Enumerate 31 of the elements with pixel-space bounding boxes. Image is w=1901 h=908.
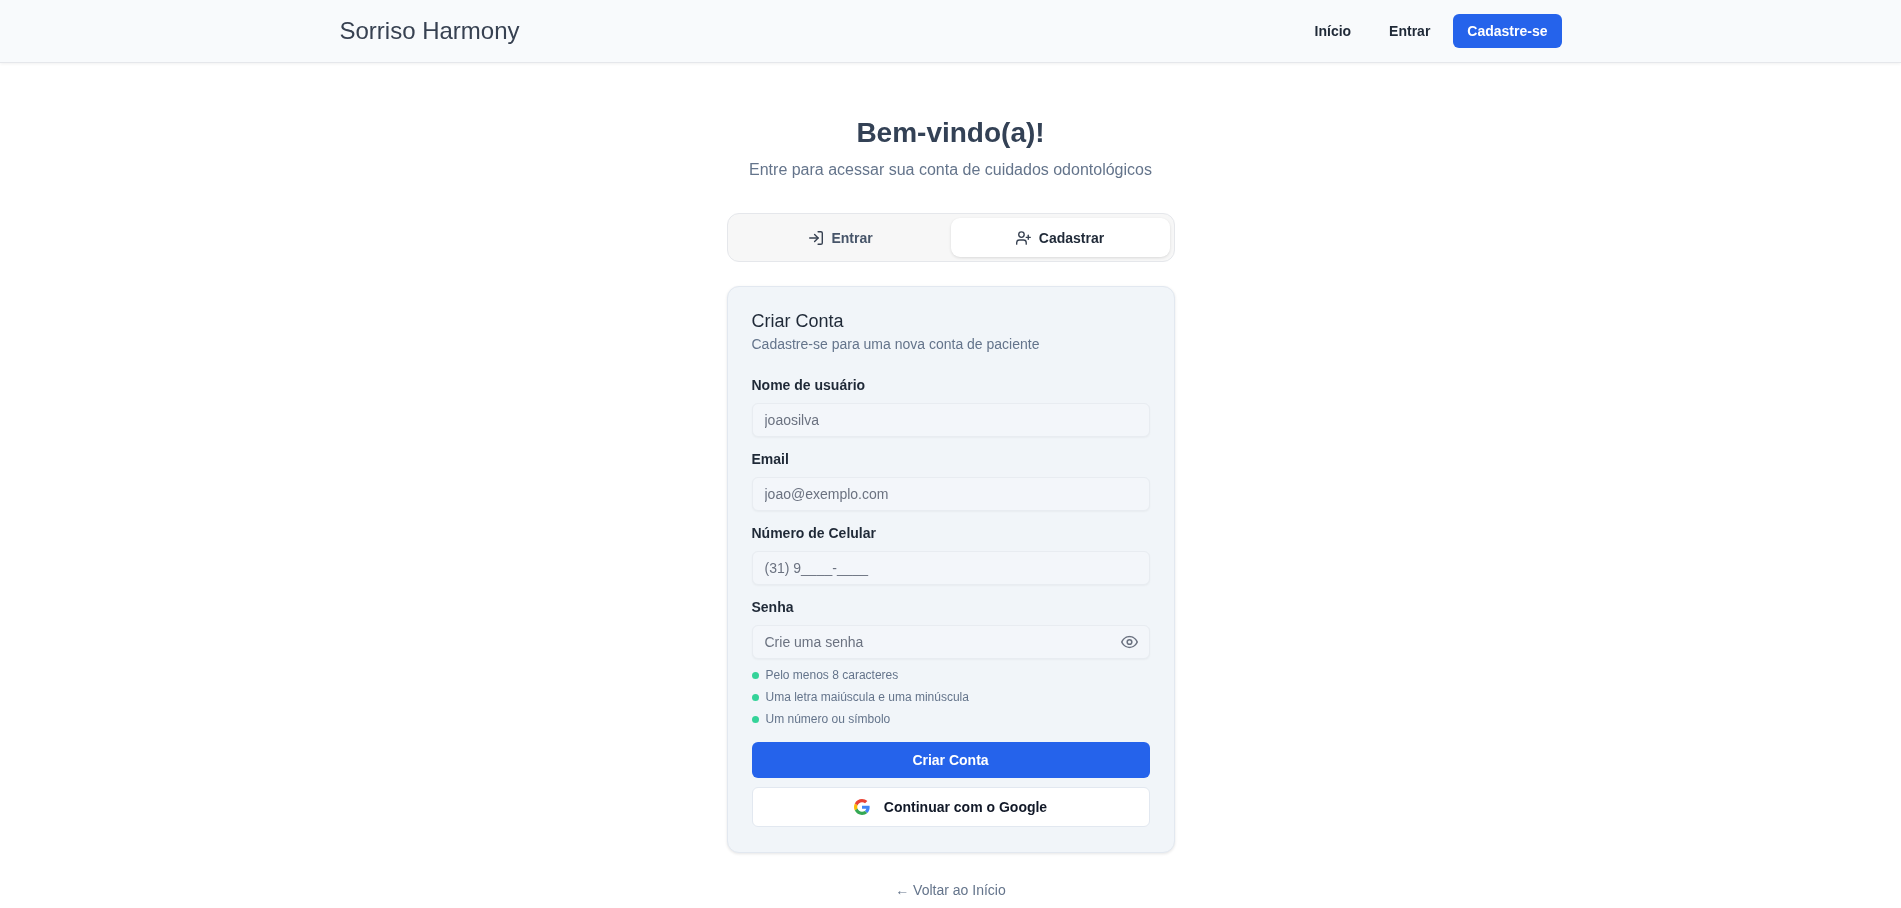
dot-icon xyxy=(751,671,759,679)
nav-link[interactable]: Entrar xyxy=(1374,15,1446,47)
input-field[interactable]: joaosilva xyxy=(751,403,1150,437)
dot-icon xyxy=(751,693,759,701)
nav-button[interactable]: Cadastre-se xyxy=(1453,14,1562,48)
requirement-text: Um número ou símbolo xyxy=(765,711,891,728)
dot-icon xyxy=(751,715,759,723)
google-sign-in-button[interactable]: Continuar com o Google xyxy=(751,787,1150,827)
field-label: Senha xyxy=(751,598,794,617)
input-field[interactable]: (31) 9____-____ xyxy=(751,551,1150,585)
card-title: Criar Conta xyxy=(751,310,844,333)
page-subtitle: Entre para acessar sua conta de cuidados odontológicos xyxy=(749,160,1152,180)
eye-icon[interactable] xyxy=(1120,635,1138,649)
arrow-into-bracket-icon xyxy=(809,230,824,245)
field-label: Nome de usuário xyxy=(751,376,866,395)
field-label: Email xyxy=(751,450,789,469)
tab[interactable]: Entrar xyxy=(731,218,951,257)
tab[interactable]: Cadastrar xyxy=(950,218,1170,257)
user-plus-icon xyxy=(1015,230,1031,245)
requirement-text: Pelo menos 8 caracteres xyxy=(765,667,899,684)
input-field[interactable]: joao@exemplo.com xyxy=(751,477,1150,511)
requirement-text: Uma letra maiúscula e uma minúscula xyxy=(765,689,969,706)
create-account-button[interactable]: Criar Conta xyxy=(751,742,1150,778)
page-title: Bem-vindo(a)! xyxy=(856,116,1045,150)
site-title: Sorriso Harmony xyxy=(339,17,520,45)
nav-link[interactable]: Início xyxy=(1299,15,1367,47)
field-label: Número de Celular xyxy=(751,524,876,543)
google-icon xyxy=(853,799,870,815)
password-field[interactable]: Crie uma senha xyxy=(751,625,1150,659)
back-link[interactable]: ← Voltar ao Início xyxy=(895,880,1006,900)
card-subtitle: Cadastre-se para uma nova conta de paciente xyxy=(751,335,1040,354)
